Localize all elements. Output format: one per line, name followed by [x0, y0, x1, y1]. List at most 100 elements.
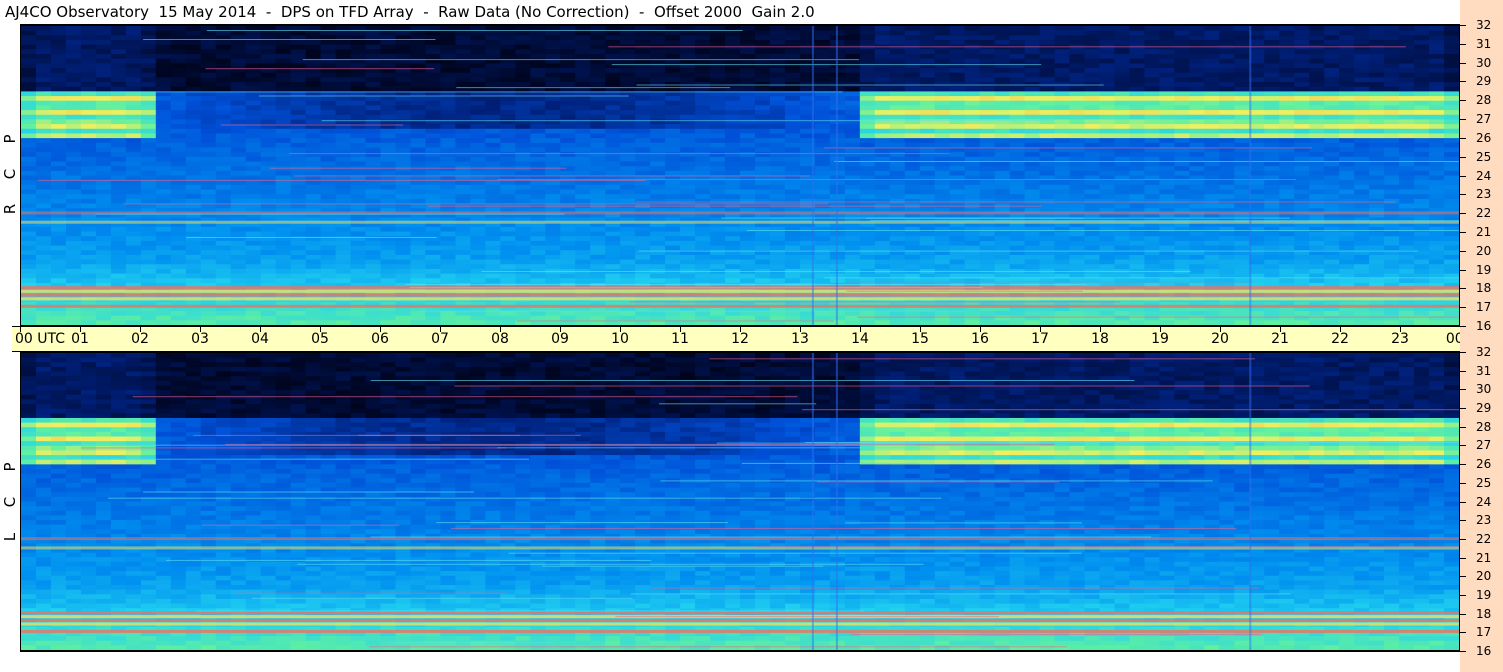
rcp-cell — [1324, 91, 1340, 97]
rcp-cell — [1189, 170, 1205, 177]
rcp-cell — [964, 30, 981, 36]
rcp-cell — [605, 170, 621, 177]
rcp-cell — [695, 198, 711, 205]
rcp-cell — [395, 166, 412, 172]
rcp-cell — [1264, 58, 1280, 64]
rcp-cell — [1174, 161, 1190, 167]
rcp-cell — [1369, 226, 1385, 233]
rcp-cell — [1399, 161, 1415, 167]
rcp-cell — [814, 194, 831, 200]
rcp-cell — [1129, 254, 1146, 261]
rcp-cell — [1084, 138, 1101, 144]
rcp-cell — [575, 138, 591, 144]
rcp-cell — [949, 96, 966, 102]
rcp-cell — [485, 96, 501, 102]
rcp-cell — [1024, 231, 1041, 237]
rcp-cell — [1264, 91, 1280, 97]
rcp-cell — [1294, 203, 1310, 209]
rcp-cell — [590, 259, 606, 265]
rcp-cell — [1369, 189, 1385, 195]
rcp-cell — [1189, 203, 1205, 209]
rcp-cell — [125, 236, 142, 242]
rcp-cell — [1054, 26, 1071, 32]
rcp-cell — [290, 133, 307, 139]
rcp-cell — [500, 194, 516, 200]
rcp-cell — [1144, 49, 1161, 55]
rcp-cell — [95, 198, 112, 205]
rcp-cell — [889, 133, 906, 139]
rcp-cell — [1144, 184, 1161, 191]
rcp-cell — [784, 180, 801, 186]
rcp-cell — [80, 114, 97, 121]
rcp-cell — [1234, 184, 1250, 191]
rcp-cell — [620, 100, 636, 107]
rcp-cell — [740, 161, 756, 167]
rcp-cell — [590, 96, 606, 102]
rcp-cell — [1099, 166, 1116, 172]
rcp-cell — [710, 184, 726, 191]
rcp-cell — [1204, 26, 1220, 32]
rcp-cell — [335, 100, 352, 107]
rcp-cell — [769, 231, 786, 237]
rcp-cell — [230, 119, 247, 125]
rcp-cell — [110, 138, 127, 144]
rcp-cell — [1384, 133, 1400, 139]
rcp-cell — [620, 245, 636, 251]
rcp-cell — [784, 259, 801, 265]
rcp-cell — [859, 264, 876, 270]
rcp-cell — [1249, 96, 1265, 102]
rcp-cell — [110, 180, 127, 186]
rcp-cell — [605, 124, 621, 130]
rcp-cell — [260, 147, 277, 153]
rcp-cell — [50, 100, 67, 107]
rcp-cell — [994, 226, 1011, 233]
rcp-cell — [65, 119, 82, 125]
rcp-cell — [365, 152, 382, 158]
rcp-cell — [215, 100, 232, 107]
rcp-cell — [635, 30, 651, 36]
rcp-cell — [200, 119, 217, 125]
rcp-cell — [1234, 203, 1250, 209]
rcp-cell — [919, 72, 936, 78]
rcp-cell — [1309, 54, 1325, 60]
rcp-cell — [215, 156, 232, 163]
rcp-cell — [65, 35, 82, 41]
rcp-cell — [50, 170, 67, 177]
rcp-cell — [934, 124, 951, 130]
rcp-cell — [1279, 236, 1295, 242]
rcp-cell — [1069, 35, 1086, 41]
rcp-cell — [1069, 259, 1086, 265]
rcp-cell — [769, 156, 786, 163]
rcp-cell — [530, 142, 546, 149]
rcp-cell — [395, 63, 412, 69]
rcp-cell — [710, 124, 726, 130]
rcp-cell — [21, 189, 37, 195]
rcp-cell — [425, 86, 442, 92]
rcp-cell — [1069, 44, 1086, 50]
rcp-cell — [110, 170, 127, 177]
rcp-cell — [35, 100, 52, 107]
rcp-cell — [979, 114, 996, 121]
rcp-cell — [500, 254, 516, 261]
rcp-cell — [1189, 128, 1205, 135]
rcp-cell — [230, 240, 247, 247]
rcp-cell — [1384, 82, 1400, 88]
rcp-cell — [1189, 142, 1205, 149]
rcp-cell — [1024, 264, 1041, 270]
rcp-cell — [110, 152, 127, 158]
rcp-cell — [215, 105, 232, 111]
rcp-cell — [1429, 105, 1445, 111]
rcp-cell — [1099, 124, 1116, 130]
rcp-cell — [1159, 152, 1175, 158]
rcp-cell — [1054, 180, 1071, 186]
rcp-cell — [335, 198, 352, 205]
rcp-cell — [844, 166, 861, 172]
rcp-cell — [1444, 194, 1459, 200]
rcp-cell — [1129, 86, 1146, 92]
rcp-cell — [170, 58, 187, 64]
rcp-cell — [335, 166, 352, 172]
rcp-cell — [380, 77, 397, 83]
rcp-cell — [65, 49, 82, 55]
rcp-cell — [200, 240, 217, 247]
rcp-cell — [605, 226, 621, 233]
